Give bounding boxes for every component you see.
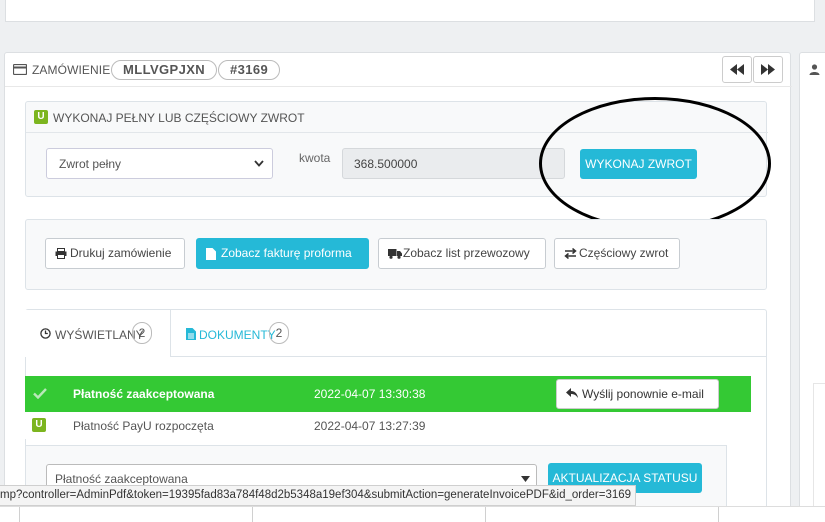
tab-documents[interactable]: DOKUMENTY 2 <box>171 310 311 357</box>
history-date: 2022-04-07 13:30:38 <box>314 387 426 401</box>
payu-logo-icon: U <box>32 418 46 432</box>
payu-logo-icon: U <box>34 110 48 124</box>
tab-history[interactable]: WYŚWIETLANY 2 <box>25 310 171 357</box>
refund-type-select[interactable]: Zwrot pełny <box>46 148 273 179</box>
shipping-slip-button[interactable]: Zobacz list przewozowy <box>378 238 546 269</box>
clock-icon <box>40 328 51 339</box>
amount-label: kwota <box>299 151 331 165</box>
tab-documents-count: 2 <box>269 322 289 344</box>
tab-history-count: 2 <box>132 322 152 344</box>
history-date: 2022-04-07 13:27:39 <box>314 419 426 433</box>
resend-email-button[interactable]: Wyślij ponownie e-mail <box>556 379 719 409</box>
proforma-invoice-button[interactable]: Zobacz fakturę proforma <box>196 238 369 269</box>
reply-icon <box>566 388 578 398</box>
top-area <box>0 0 825 40</box>
next-order-button[interactable] <box>753 56 783 83</box>
shipping-slip-label: Zobacz list przewozowy <box>403 246 530 260</box>
forward-icon <box>761 64 775 75</box>
chevron-down-icon <box>254 160 264 167</box>
printer-icon <box>55 248 67 259</box>
print-order-button[interactable]: Drukuj zamówienie <box>45 238 185 269</box>
document-icon <box>186 328 196 340</box>
order-header-label: ZAMÓWIENIE <box>32 63 111 77</box>
history-row-payu: U Płatność PayU rozpoczęta 2022-04-07 13… <box>25 412 751 439</box>
order-id-badge: #3169 <box>218 60 281 80</box>
tabs-divider <box>171 356 767 357</box>
resend-email-label: Wyślij ponownie e-mail <box>582 387 704 401</box>
proforma-invoice-label: Zobacz fakturę proforma <box>221 246 352 260</box>
truck-icon <box>388 249 402 259</box>
partial-refund-button[interactable]: Częściowy zwrot <box>554 238 680 269</box>
order-reference-badge: MLLVGPJXN <box>111 60 218 80</box>
order-panel-header: ZAMÓWIENIE MLLVGPJXN #3169 <box>5 53 792 87</box>
user-icon <box>809 64 820 75</box>
top-ghost-panel <box>5 0 815 22</box>
history-status: Płatność PayU rozpoczęta <box>73 419 214 433</box>
file-icon <box>206 248 216 260</box>
order-panel: ZAMÓWIENIE MLLVGPJXN #3169 U WYKONAJ PEŁ… <box>4 52 792 522</box>
credit-card-icon <box>13 64 27 75</box>
customer-panel <box>799 52 825 522</box>
bottom-strip <box>0 506 825 522</box>
previous-order-button[interactable] <box>722 56 752 83</box>
status-bar-url: mp?controller=AdminPdf&token=19395fad83a… <box>0 485 637 506</box>
chevron-down-icon <box>521 476 530 482</box>
annotation-ellipse <box>539 97 771 230</box>
customer-subpanel <box>813 383 825 513</box>
tab-history-label: WYŚWIETLANY <box>55 328 144 342</box>
amount-input[interactable]: 368.500000 <box>342 148 565 179</box>
check-icon <box>33 388 47 399</box>
print-order-label: Drukuj zamówienie <box>70 246 172 260</box>
tab-documents-label: DOKUMENTY <box>199 328 276 342</box>
refund-type-value: Zwrot pełny <box>59 157 122 171</box>
partial-refund-label: Częściowy zwrot <box>579 246 669 260</box>
refund-title: WYKONAJ PEŁNY LUB CZĘŚCIOWY ZWROT <box>53 111 305 125</box>
order-actions-box: Drukuj zamówienie Zobacz fakturę proform… <box>25 219 767 290</box>
exchange-icon <box>564 248 577 259</box>
status-select-value: Płatność zaakceptowana <box>55 472 188 486</box>
backward-icon <box>730 64 744 75</box>
history-status: Płatność zaakceptowana <box>73 387 215 401</box>
history-row-accepted: Płatność zaakceptowana 2022-04-07 13:30:… <box>25 376 751 412</box>
